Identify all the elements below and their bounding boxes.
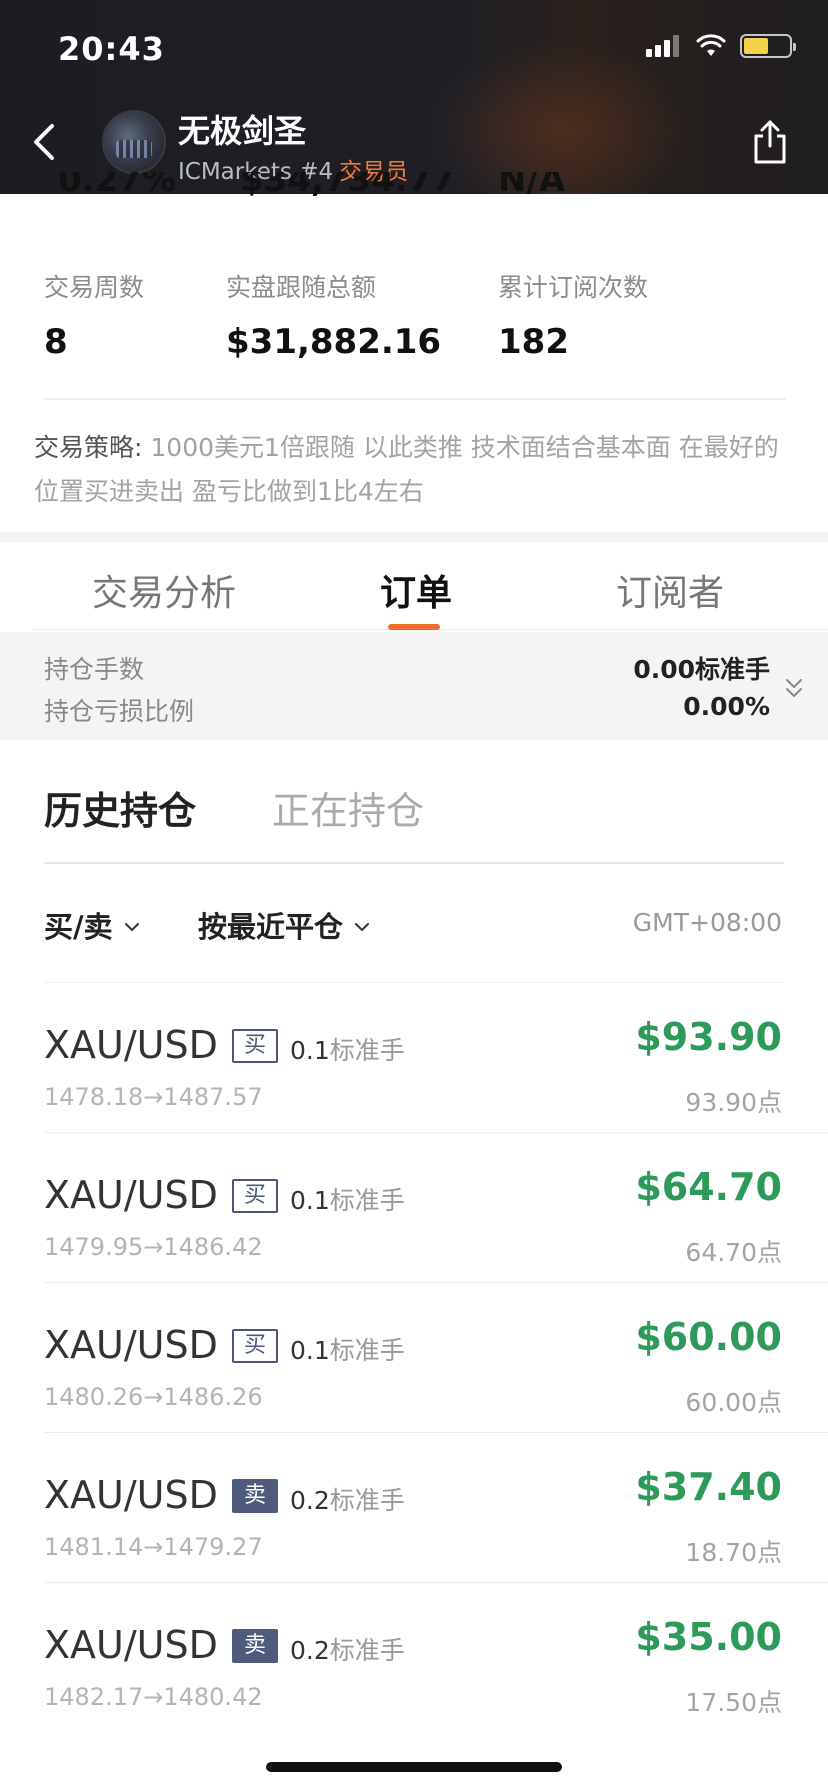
divider — [44, 862, 784, 864]
order-row[interactable]: XAU/USD 卖 0.2标准手 1481.14→1479.27 $37.40 … — [0, 1433, 828, 1583]
order-symbol: XAU/USD — [44, 1473, 218, 1517]
battery-icon — [740, 34, 796, 58]
strategy-text: 交易策略: 1000美元1倍跟随 以此类推 技术面结合基本面 在最好的位置买进卖… — [34, 426, 794, 514]
order-profit: $35.00 — [635, 1615, 782, 1659]
main-tabs: 交易分析 订单 订阅者 — [0, 542, 828, 632]
lots-amount: 0.2 — [290, 1636, 330, 1665]
stat-value-follow-total: $31,882.16 — [226, 322, 442, 362]
order-row[interactable]: XAU/USD 卖 0.2标准手 1482.17→1480.42 $35.00 … — [0, 1583, 828, 1733]
chevron-down-icon — [355, 923, 370, 932]
status-icons — [646, 34, 796, 58]
tab-subscribers[interactable]: 订阅者 — [616, 564, 724, 616]
order-points: 17.50点 — [685, 1688, 782, 1717]
sort-filter[interactable]: 按最近平仓 — [198, 904, 371, 946]
order-lots: 0.1标准手 — [290, 1331, 405, 1367]
order-points: 60.00点 — [685, 1388, 782, 1417]
wifi-icon — [696, 34, 726, 56]
order-prices: 1479.95→1486.42 — [44, 1233, 263, 1261]
order-prices: 1482.17→1480.42 — [44, 1683, 263, 1711]
order-symbol: XAU/USD — [44, 1173, 218, 1217]
strategy-label: 交易策略: — [34, 433, 143, 462]
pl-ratio-label: 持仓亏损比例 — [44, 697, 195, 726]
lots-value: 0.00标准手 — [633, 655, 770, 684]
order-profit: $60.00 — [635, 1315, 782, 1359]
order-lots: 0.1标准手 — [290, 1181, 405, 1217]
lots-unit: 标准手 — [329, 1486, 405, 1515]
lots-amount: 0.1 — [290, 1336, 330, 1365]
order-row[interactable]: XAU/USD 买 0.1标准手 1478.18→1487.57 $93.90 … — [0, 983, 828, 1133]
order-lots: 0.2标准手 — [290, 1631, 405, 1667]
side-filter[interactable]: 买/卖 — [44, 904, 141, 946]
sort-filter-label: 按最近平仓 — [198, 910, 344, 944]
signal-icon — [646, 35, 682, 57]
cut-off-value: $34,734.77 — [240, 172, 456, 200]
avatar[interactable] — [102, 110, 166, 174]
lots-unit: 标准手 — [329, 1636, 405, 1665]
cut-off-value: N/A — [498, 172, 566, 200]
order-profit: $64.70 — [635, 1165, 782, 1209]
stat-value-subscriptions: 182 — [498, 322, 569, 362]
order-points: 64.70点 — [685, 1238, 782, 1267]
strategy-body: 1000美元1倍跟随 以此类推 技术面结合基本面 在最好的位置买进卖出 盈亏比做… — [34, 433, 779, 506]
lots-unit: 标准手 — [329, 1186, 405, 1215]
cut-off-value: 0.27% — [58, 172, 176, 200]
sell-badge: 卖 — [232, 1479, 278, 1513]
section-gap — [0, 532, 828, 542]
subtab-open-positions[interactable]: 正在持仓 — [272, 780, 424, 835]
divider — [44, 398, 786, 400]
order-prices: 1478.18→1487.57 — [44, 1083, 263, 1111]
lots-unit: 标准手 — [329, 1336, 405, 1365]
back-icon[interactable] — [24, 112, 64, 172]
lots-unit: 标准手 — [329, 1036, 405, 1065]
app-header: 20:43 无极剑圣 ICMarkets #4 交易员 — [0, 0, 828, 194]
stat-value-weeks: 8 — [44, 322, 68, 362]
status-time: 20:43 — [58, 30, 165, 68]
order-symbol: XAU/USD — [44, 1323, 218, 1367]
order-prices: 1480.26→1486.26 — [44, 1383, 263, 1411]
lots-amount: 0.1 — [290, 1186, 330, 1215]
share-icon[interactable] — [750, 118, 790, 166]
lots-label: 持仓手数 — [44, 655, 145, 684]
cut-off-stats-row: 0.27% $34,734.77 N/A — [0, 172, 828, 202]
lots-amount: 0.1 — [290, 1036, 330, 1065]
order-prices: 1481.14→1479.27 — [44, 1533, 263, 1561]
order-points: 18.70点 — [685, 1538, 782, 1567]
tab-orders[interactable]: 订单 — [380, 564, 452, 616]
stat-label-subscriptions: 累计订阅次数 — [498, 273, 649, 302]
buy-badge: 买 — [232, 1029, 278, 1063]
header-glow — [430, 40, 690, 194]
position-summary[interactable]: 持仓手数 0.00标准手 持仓亏损比例 0.00% — [0, 632, 828, 740]
active-tab-indicator — [388, 624, 440, 630]
order-lots: 0.1标准手 — [290, 1031, 405, 1067]
order-row[interactable]: XAU/USD 买 0.1标准手 1479.95→1486.42 $64.70 … — [0, 1133, 828, 1283]
lots-amount: 0.2 — [290, 1486, 330, 1515]
stat-label-weeks: 交易周数 — [44, 273, 145, 302]
home-indicator[interactable] — [266, 1762, 562, 1772]
double-chevron-down-icon[interactable] — [782, 676, 806, 702]
order-profit: $93.90 — [635, 1015, 782, 1059]
timezone-label: GMT+08:00 — [632, 908, 782, 937]
order-profit: $37.40 — [635, 1465, 782, 1509]
order-row[interactable]: XAU/USD 买 0.1标准手 1480.26→1486.26 $60.00 … — [0, 1283, 828, 1433]
order-symbol: XAU/USD — [44, 1623, 218, 1667]
buy-badge: 买 — [232, 1329, 278, 1363]
chevron-down-icon — [124, 923, 139, 932]
tab-trade-analysis[interactable]: 交易分析 — [92, 564, 236, 616]
order-points: 93.90点 — [685, 1088, 782, 1117]
buy-badge: 买 — [232, 1179, 278, 1213]
side-filter-label: 买/卖 — [44, 910, 113, 944]
subtab-history-positions[interactable]: 历史持仓 — [44, 780, 196, 835]
order-symbol: XAU/USD — [44, 1023, 218, 1067]
trader-name: 无极剑圣 — [178, 112, 307, 150]
order-lots: 0.2标准手 — [290, 1481, 405, 1517]
pl-ratio-value: 0.00% — [683, 692, 770, 721]
sell-badge: 卖 — [232, 1629, 278, 1663]
stat-label-follow-total: 实盘跟随总额 — [226, 273, 377, 302]
